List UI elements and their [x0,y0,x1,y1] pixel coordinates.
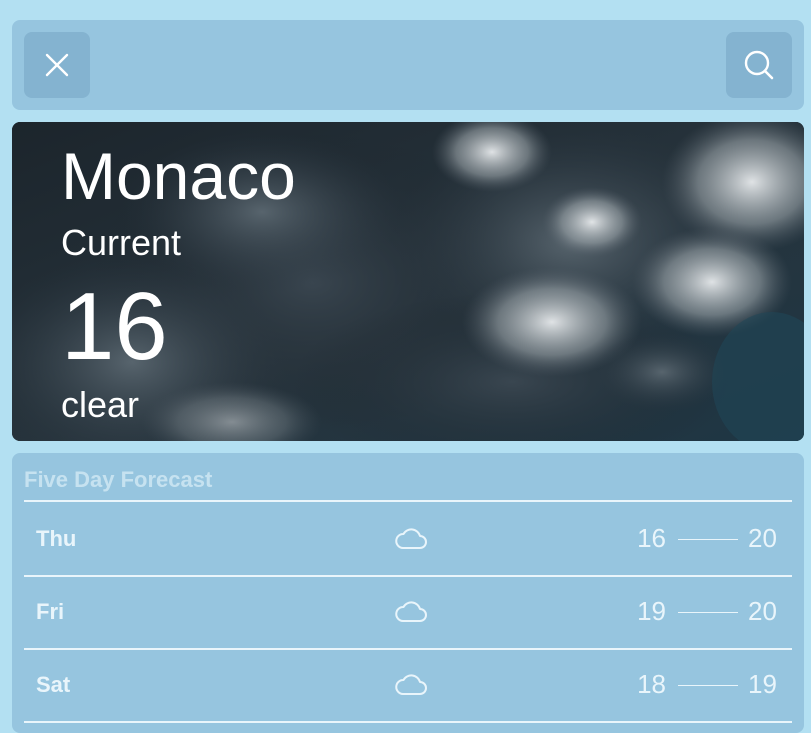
city-name: Monaco [61,139,296,213]
cloud-icon [395,674,427,695]
current-label: Current [61,222,182,263]
close-icon [45,53,69,77]
forecast-low: 19 [637,596,666,626]
temperature-range-bar [678,612,738,613]
forecast-title: Five Day Forecast [24,467,213,492]
top-bar [12,20,804,110]
forecast-row: Sat 18 19 [24,648,792,723]
close-button[interactable] [24,32,90,98]
forecast-low: 18 [637,669,666,699]
forecast-high: 19 [748,669,777,699]
search-button[interactable] [726,32,792,98]
current-weather-card: Monaco Current 16 clear [12,122,804,441]
current-condition: clear [61,384,140,425]
forecast-row: Thu 16 20 [24,502,792,577]
cloud-icon [395,601,427,622]
current-temperature: 16 [61,273,168,380]
forecast-high: 20 [748,523,777,553]
forecast-day: Thu [36,526,77,551]
temperature-range-bar [678,539,738,540]
temperature-range-bar [678,685,738,686]
forecast-day: Sat [36,672,71,697]
forecast-row: Fri 19 20 [24,575,792,650]
forecast-high: 20 [748,596,777,626]
cloud-icon [395,528,427,549]
search-icon [744,50,774,80]
forecast-low: 16 [637,523,666,553]
forecast-day: Fri [36,599,65,624]
five-day-forecast: Five Day Forecast Thu 16 20 Fri 19 20 Sa… [12,453,804,733]
